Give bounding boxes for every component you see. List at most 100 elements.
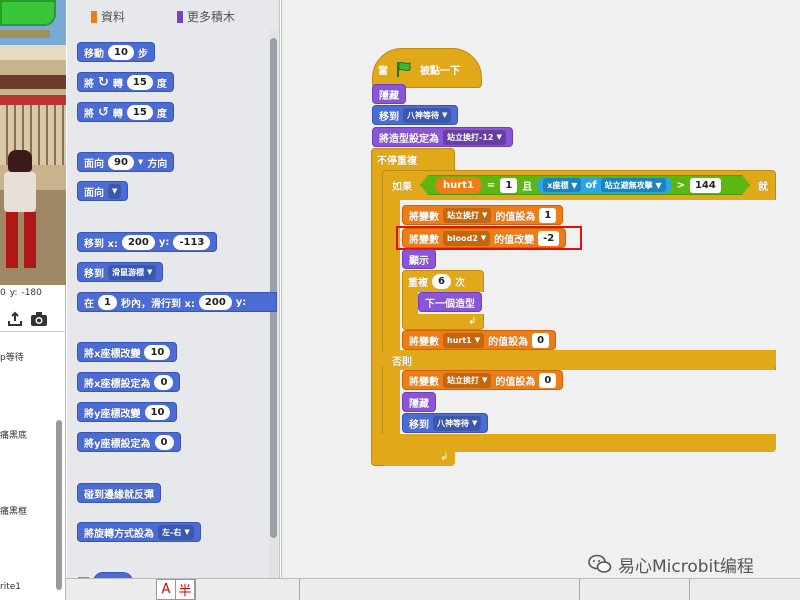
palette-rotation-style-block[interactable]: 將旋轉方式設為 左-右 ▼: [77, 522, 201, 542]
go-to-x-input[interactable]: 200: [121, 234, 155, 250]
chevron-down-icon: ▼: [496, 133, 502, 141]
go-to-target-dropdown[interactable]: 八神等待 ▼: [403, 107, 452, 123]
repeat-count-input[interactable]: 6: [432, 273, 451, 289]
taskbar-panel: [200, 579, 300, 600]
costume-dropdown[interactable]: 站立挨打-12 ▼: [443, 129, 506, 145]
rotation-style-dropdown[interactable]: 左-右 ▼: [158, 524, 194, 540]
category-list: 資料 更多積木: [67, 0, 280, 30]
set-value-input[interactable]: 0: [539, 372, 557, 388]
variable-dropdown[interactable]: 站立挨打 ▼: [443, 372, 492, 388]
repeat-label-row: 重複 6 次: [408, 273, 465, 289]
set-variable-block[interactable]: 將變數 站立挨打 ▼ 的值設為 0: [402, 370, 564, 390]
palette-change-y-block[interactable]: 將y座標改變 10: [77, 402, 178, 422]
category-data-swatch: [91, 10, 97, 23]
change-y-input[interactable]: 10: [144, 404, 171, 420]
else-label: 否則: [392, 356, 412, 368]
forever-end-arrow-icon: ↲: [440, 452, 449, 463]
rotate-right-icon: ↻: [98, 74, 109, 90]
switch-costume-block[interactable]: 將造型設定為 站立挨打-12 ▼: [372, 127, 513, 147]
new-sprite-toolbar: [0, 306, 66, 332]
chevron-down-icon: ▼: [442, 111, 448, 119]
taskbar-panel: [580, 579, 690, 600]
palette-turn-right-block[interactable]: 將 ↻ 轉 15 度: [77, 72, 174, 92]
palette-go-to-xy-block[interactable]: 移到 x: 200 y: -113: [77, 232, 218, 252]
set-x-input[interactable]: 0: [154, 374, 174, 390]
show-block[interactable]: 顯示: [402, 249, 436, 269]
chevron-down-icon: ▼: [184, 528, 190, 536]
else-arm: [382, 350, 776, 368]
sensing-property-dropdown[interactable]: x座標 ▼: [543, 178, 581, 192]
point-towards-dropdown[interactable]: ▼: [108, 183, 122, 199]
set-variable-block[interactable]: 將變數 站立挨打 ▼ 的值設為 1: [402, 205, 564, 225]
ime-toolbar[interactable]: A 半: [156, 579, 196, 600]
sprite-item[interactable]: 痛黑框: [0, 504, 27, 517]
chevron-down-icon: ▼: [112, 187, 118, 195]
palette-move-block[interactable]: 移動 10 步: [77, 42, 155, 62]
palette-scrollbar[interactable]: [270, 38, 277, 538]
variable-dropdown[interactable]: 站立挨打 ▼: [443, 207, 492, 223]
stage-variable-monitor: [0, 0, 56, 26]
sprite-list-scrollbar[interactable]: [56, 420, 62, 590]
palette-glide-block[interactable]: 在 1 秒內，滑行到 x: 200 y:: [77, 292, 277, 312]
turn-left-degrees-input[interactable]: 15: [126, 104, 153, 120]
go-to-block[interactable]: 移到 八神等待 ▼: [372, 105, 459, 125]
hide-block[interactable]: 隱藏: [402, 392, 436, 412]
greater-than-value-input[interactable]: 144: [690, 178, 721, 193]
ime-mode-a[interactable]: A: [157, 580, 176, 599]
palette-set-y-block[interactable]: 將y座標設定為 0: [77, 432, 181, 452]
wechat-icon: [588, 553, 612, 575]
palette-change-x-block[interactable]: 將x座標改變 10: [77, 342, 178, 362]
sensing-of-reporter[interactable]: x座標 ▼ of 站立避無攻擊 ▼: [537, 177, 671, 194]
chevron-down-icon: ▼: [474, 336, 481, 344]
watermark-text: 易心Microbit编程: [618, 556, 754, 577]
coord-y-label: y:: [9, 288, 18, 298]
palette-go-to-block[interactable]: 移到 滑鼠游標 ▼: [77, 262, 164, 282]
sprite-item[interactable]: p等待: [0, 350, 24, 363]
when-flag-clicked-row: 當 被點一下: [372, 59, 460, 79]
sprite-item[interactable]: rite1: [0, 582, 21, 592]
go-to-block[interactable]: 移到 八神等待 ▼: [402, 413, 489, 433]
palette-bounce-block[interactable]: 碰到邊緣就反彈: [77, 483, 161, 503]
category-more-blocks[interactable]: 更多積木: [177, 8, 235, 25]
set-variable-block[interactable]: 將變數 hurt1 ▼ 的值設為 0: [402, 330, 557, 350]
direction-input[interactable]: 90: [108, 154, 134, 170]
coord-x-value: 0: [0, 288, 6, 298]
ime-mode-half[interactable]: 半: [176, 580, 195, 599]
sprite-item[interactable]: 痛黑底: [0, 428, 27, 441]
equals-value-input[interactable]: 1: [500, 178, 517, 193]
set-value-input[interactable]: 1: [539, 207, 557, 223]
set-value-input[interactable]: 0: [532, 332, 550, 348]
set-y-input[interactable]: 0: [154, 434, 174, 450]
go-to-target-dropdown[interactable]: 八神等待 ▼: [433, 415, 482, 431]
category-data[interactable]: 資料: [91, 8, 125, 25]
glide-seconds-input[interactable]: 1: [98, 294, 117, 310]
and-condition[interactable]: hurt1 = 1 且 x座標 ▼ of 站立避無攻擊 ▼ > 144: [420, 175, 750, 195]
variable-dropdown[interactable]: hurt1 ▼: [443, 332, 485, 348]
loop-end-arrow-icon: ↲: [468, 316, 477, 327]
chevron-down-icon: ▼: [147, 268, 153, 276]
palette-set-x-block[interactable]: 將x座標設定為 0: [77, 372, 181, 392]
hurt1-variable-reporter[interactable]: hurt1: [435, 177, 482, 194]
then-label: 就: [758, 181, 768, 193]
change-x-input[interactable]: 10: [144, 344, 171, 360]
palette-point-direction-block[interactable]: 面向 90 ▼ 方向: [77, 152, 175, 172]
camera-icon[interactable]: [30, 310, 48, 328]
if-else-bottom-arm: [382, 434, 776, 452]
go-to-y-input[interactable]: -113: [173, 234, 211, 250]
chevron-down-icon: ▼: [472, 419, 478, 427]
highlight-box: [396, 226, 582, 250]
upload-sprite-icon[interactable]: [6, 310, 24, 328]
stage-canvas[interactable]: [0, 0, 66, 285]
sprite-fighter[interactable]: [0, 150, 40, 268]
chevron-down-icon: ▼: [482, 376, 488, 384]
palette-point-towards-block[interactable]: 面向 ▼: [77, 181, 129, 201]
stage-background-band: [0, 95, 66, 105]
move-steps-input[interactable]: 10: [108, 44, 134, 60]
turn-right-degrees-input[interactable]: 15: [126, 74, 153, 90]
glide-x-input[interactable]: 200: [198, 294, 232, 310]
next-costume-block[interactable]: 下一個造型: [418, 292, 482, 312]
go-to-target-dropdown[interactable]: 滑鼠游標 ▼: [108, 264, 157, 280]
sensing-object-dropdown[interactable]: 站立避無攻擊 ▼: [601, 178, 666, 192]
palette-turn-left-block[interactable]: 將 ↺ 轉 15 度: [77, 102, 174, 122]
hide-block[interactable]: 隱藏: [372, 84, 406, 104]
